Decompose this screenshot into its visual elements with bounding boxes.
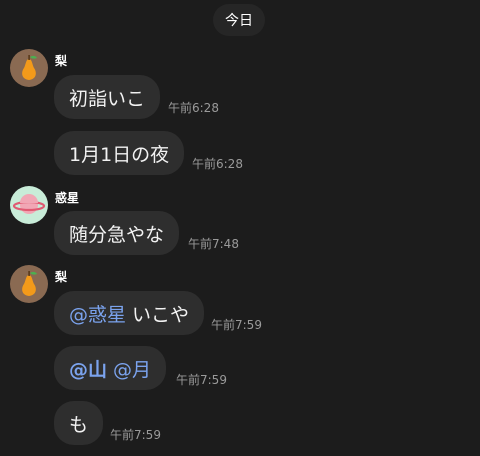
message-time: 午前7:59 [176,373,227,387]
message-text: 初詣いこ [69,87,146,110]
message-time: 午前7:59 [211,318,262,332]
message-text: 1月1日の夜 [69,143,170,166]
message-bubble[interactable]: 随分急やな [54,211,180,255]
mention-tag[interactable]: @山 [69,355,107,382]
avatar-pear[interactable] [10,49,48,87]
sender-name: 梨 [55,270,68,284]
message-bubble[interactable]: も [54,401,104,445]
message-time: 午前7:48 [188,237,239,251]
message-text: も [69,413,89,436]
mention-tag[interactable]: @月 [113,355,151,382]
message-bubble[interactable]: 初詣いこ [54,75,161,119]
pear-icon [10,265,48,303]
message-bubble[interactable]: @山 @月 [54,346,167,390]
mention-tag[interactable]: @惑星 [69,300,126,327]
message-time: 午前7:59 [110,428,161,442]
message-bubble[interactable]: 1月1日の夜 [54,131,185,175]
message-time: 午前6:28 [168,101,219,115]
avatar-pear[interactable] [10,265,48,303]
message-bubble[interactable]: @惑星 いこや [54,291,205,335]
sender-name: 惑星 [55,191,80,205]
date-divider: 今日 [213,4,265,36]
message-time: 午前6:28 [192,157,243,171]
avatar-planet[interactable] [10,186,48,224]
sender-name: 梨 [55,54,68,68]
pear-icon [10,49,48,87]
planet-icon [10,186,48,224]
message-text: いこや [132,303,190,326]
message-text: 随分急やな [69,223,165,246]
